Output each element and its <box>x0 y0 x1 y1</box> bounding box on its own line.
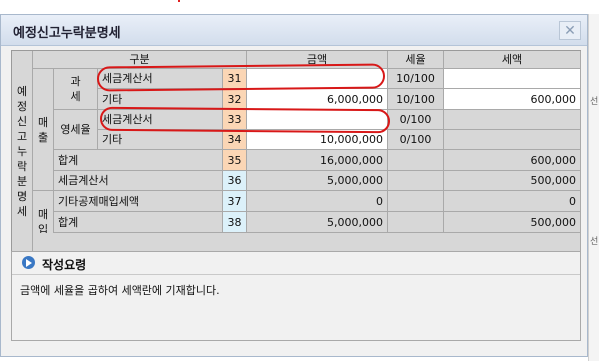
tax-rate-value <box>388 191 444 212</box>
edge-text: 선 <box>590 97 599 107</box>
guide-title: 작성요령 <box>42 258 87 272</box>
edge-text: 선 <box>590 237 599 247</box>
row-label-total: 합계 <box>54 212 223 233</box>
row-code: 31 <box>223 69 247 89</box>
guide-text: 금액에 세율을 곱하여 세액란에 기재합니다. <box>20 284 220 297</box>
tax-amount-input[interactable] <box>444 69 581 89</box>
dialog-window: 예정신고누락분명세 ✕ 예정신고누락분명세 구분 금액 세율 세액 매출 과세 … <box>0 14 588 357</box>
tax-rate-value <box>388 150 444 171</box>
close-button[interactable]: ✕ <box>559 21 581 40</box>
row-label-total: 합계 <box>54 150 223 171</box>
tax-rate-value: 0/100 <box>388 110 444 130</box>
amount-value: 0 <box>247 191 388 212</box>
row-label: 세금계산서 <box>54 171 223 191</box>
group-purchase-text: 매입 <box>37 207 49 236</box>
tax-amount-input[interactable]: 600,000 <box>444 89 581 110</box>
group-taxable-text: 과세 <box>70 75 81 103</box>
section-label-text: 예정신고누락분명세 <box>16 85 28 218</box>
header-tax-amount: 세액 <box>444 51 581 69</box>
row-label: 기타 <box>98 89 223 110</box>
play-circle-icon <box>22 256 35 269</box>
amount-value: 16,000,000 <box>247 150 388 171</box>
row-code: 32 <box>223 89 247 110</box>
tax-amount-value: 600,000 <box>444 150 581 171</box>
background-window-edge: 선 선 <box>588 14 599 361</box>
group-sales-text: 매출 <box>37 115 49 144</box>
row-label: 기타 <box>98 130 223 150</box>
tax-amount-value: 0 <box>444 191 581 212</box>
tax-rate-value: 10/100 <box>388 69 444 89</box>
section-label: 예정신고누락분명세 <box>12 51 33 253</box>
report-table: 예정신고누락분명세 구분 금액 세율 세액 매출 과세 영세율 세금계산서 31… <box>11 50 581 253</box>
header-category: 구분 <box>33 51 247 69</box>
group-taxable: 과세 <box>54 69 98 110</box>
row-label: 세금계산서 <box>98 110 223 130</box>
guide-header: 작성요령 <box>12 252 580 275</box>
table-filler <box>33 233 581 253</box>
tax-amount-value: 500,000 <box>444 212 581 233</box>
amount-input[interactable] <box>247 110 388 130</box>
tax-amount-value <box>444 110 581 130</box>
group-spacer <box>33 171 54 191</box>
row-code: 37 <box>223 191 247 212</box>
group-zero-rated: 영세율 <box>54 110 98 150</box>
amount-value: 5,000,000 <box>247 212 388 233</box>
tax-rate-value <box>388 171 444 191</box>
dialog-title: 예정신고누락분명세 <box>13 26 121 41</box>
amount-input[interactable]: 6,000,000 <box>247 89 388 110</box>
row-label: 기타공제매입세액 <box>54 191 223 212</box>
header-amount: 금액 <box>247 51 388 69</box>
row-label: 세금계산서 <box>98 69 223 89</box>
row-code: 33 <box>223 110 247 130</box>
amount-input[interactable] <box>247 69 388 89</box>
row-code: 34 <box>223 130 247 150</box>
tax-amount-value: 500,000 <box>444 171 581 191</box>
background-strip <box>0 0 599 14</box>
amount-value: 5,000,000 <box>247 171 388 191</box>
header-tax-rate: 세율 <box>388 51 444 69</box>
amount-input[interactable]: 10,000,000 <box>247 130 388 150</box>
tax-rate-value: 0/100 <box>388 130 444 150</box>
tax-amount-value <box>444 130 581 150</box>
red-marker-dot <box>178 0 180 2</box>
guide-panel: 작성요령 금액에 세율을 곱하여 세액란에 기재합니다. <box>11 251 581 341</box>
row-code: 36 <box>223 171 247 191</box>
row-code: 35 <box>223 150 247 171</box>
title-bar: 예정신고누락분명세 ✕ <box>1 15 587 46</box>
tax-rate-value <box>388 212 444 233</box>
row-code: 38 <box>223 212 247 233</box>
tax-rate-value: 10/100 <box>388 89 444 110</box>
